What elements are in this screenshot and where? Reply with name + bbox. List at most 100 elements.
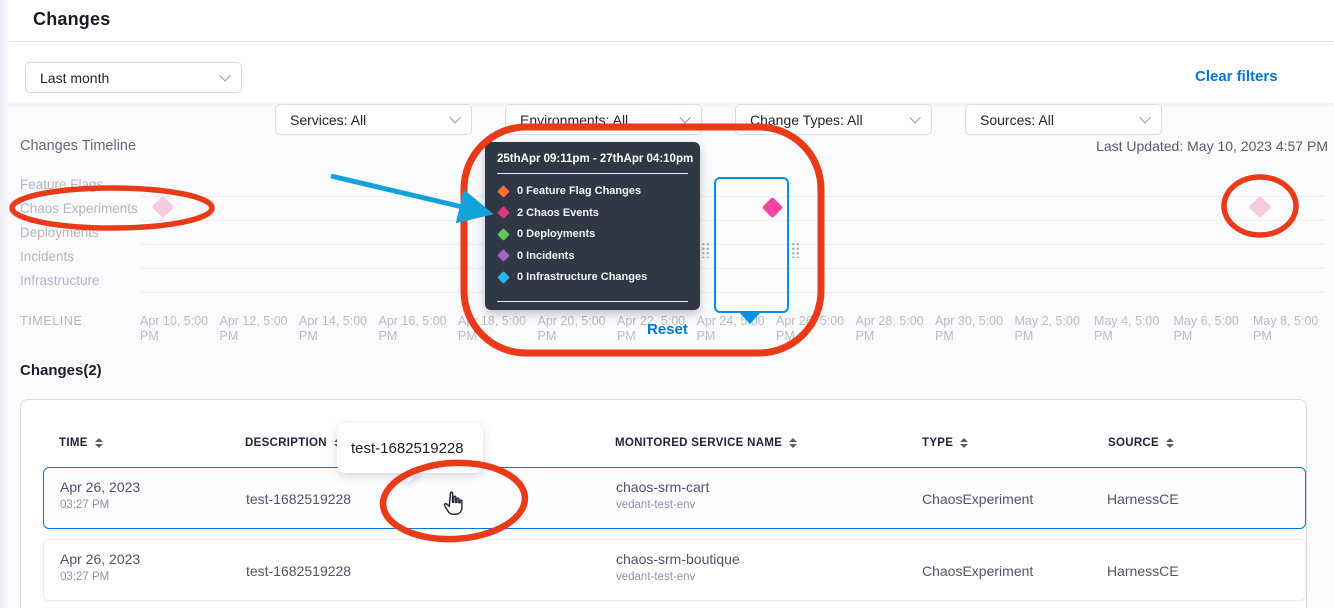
chevron-down-icon	[679, 112, 690, 123]
column-header-label: SOURCE	[1108, 437, 1159, 449]
tooltip-divider	[497, 301, 688, 302]
hand-cursor-icon	[440, 490, 466, 525]
chevron-down-icon	[219, 70, 230, 81]
filter-dropdown-value: Environments: All	[520, 112, 628, 128]
sort-icon[interactable]	[95, 438, 103, 448]
timeline-row-label: Incidents	[20, 249, 74, 264]
reset-button[interactable]: Reset	[647, 321, 688, 338]
chevron-down-icon	[1139, 112, 1150, 123]
timeline-tick: May 4, 5:00PM	[1094, 314, 1172, 344]
cell-date: Apr 26, 2023	[60, 479, 140, 495]
filter-dropdown-value: Services: All	[290, 112, 366, 128]
cell-service-name: chaos-srm-cart	[616, 479, 709, 495]
timeline-row-label: Chaos Experiments	[20, 201, 138, 216]
timeline-tick: Apr 16, 5:00PM	[379, 314, 457, 344]
legend-diamond-icon	[497, 185, 510, 198]
filter-bar: Last month Services: AllEnvironments: Al…	[0, 42, 1334, 103]
last-updated-text: Last Updated: May 10, 2023 4:57 PM	[1096, 138, 1328, 154]
timeline-selection-brush[interactable]	[714, 177, 789, 313]
sort-icon[interactable]	[1166, 438, 1174, 448]
time-range-value: Last month	[40, 70, 109, 86]
chevron-down-icon	[449, 112, 460, 123]
cell-type: ChaosExperiment	[922, 491, 1033, 507]
legend-diamond-icon	[497, 228, 510, 241]
timeline-tick: May 2, 5:00PM	[1015, 314, 1093, 344]
legend-label: 0 Incidents	[517, 250, 574, 262]
column-header[interactable]: SOURCE	[1108, 437, 1174, 449]
clear-filters-button[interactable]: Clear filters	[1195, 68, 1278, 85]
tooltip-legend-item: 0 Infrastructure Changes	[499, 271, 647, 283]
cell-environment: vedant-test-env	[616, 499, 695, 511]
page-title: Changes	[33, 9, 110, 30]
cell-description: test-1682519228	[246, 563, 351, 579]
column-header[interactable]: MONITORED SERVICE NAME	[615, 437, 797, 449]
timeline-tick: Apr 12, 5:00PM	[220, 314, 298, 344]
legend-label: 0 Deployments	[517, 228, 595, 240]
cell-source: HarnessCE	[1107, 563, 1179, 579]
top-header: Changes	[0, 0, 1334, 42]
cell-type: ChaosExperiment	[922, 563, 1033, 579]
timeline-tick: Apr 24, 5:00PM	[697, 314, 775, 344]
filter-dropdown[interactable]: Sources: All	[965, 104, 1162, 135]
cell-time: 03:27 PM	[60, 571, 109, 583]
legend-diamond-icon	[497, 271, 510, 284]
time-range-dropdown[interactable]: Last month	[25, 62, 242, 93]
tooltip-legend-item: 0 Incidents	[499, 250, 574, 262]
cell-date: Apr 26, 2023	[60, 551, 140, 567]
brush-left-handle[interactable]	[701, 242, 710, 258]
timeline-tick: May 8, 5:00PM	[1253, 314, 1331, 344]
left-edge-strip	[0, 0, 8, 608]
timeline-tick: Apr 30, 5:00PM	[935, 314, 1013, 344]
hover-tooltip: test-1682519228	[337, 423, 483, 473]
tooltip-legend-item: 0 Deployments	[499, 228, 595, 240]
filter-dropdown-value: Sources: All	[980, 112, 1054, 128]
column-header-label: TIME	[59, 437, 88, 449]
filter-dropdown[interactable]: Services: All	[275, 104, 472, 135]
column-header[interactable]: TYPE	[922, 437, 968, 449]
brush-pointer-icon	[740, 313, 760, 324]
tooltip-divider	[497, 173, 688, 174]
chaos-marker-selected[interactable]	[762, 197, 783, 218]
timeline-row-label: Deployments	[20, 225, 99, 240]
legend-label: 0 Feature Flag Changes	[517, 185, 641, 197]
timeline-tooltip-title: 25thApr 09:11pm - 27thApr 04:10pm	[497, 153, 693, 165]
chevron-down-icon	[909, 112, 920, 123]
cell-environment: vedant-test-env	[616, 571, 695, 583]
timeline-tick: Apr 26, 5:00PM	[776, 314, 854, 344]
cell-time: 03:27 PM	[60, 499, 109, 511]
filter-dropdown[interactable]: Environments: All	[505, 104, 702, 135]
cell-description: test-1682519228	[246, 491, 351, 507]
tooltip-legend-item: 0 Feature Flag Changes	[499, 185, 641, 197]
table-row[interactable]: Apr 26, 2023 03:27 PM test-1682519228 chaos…	[43, 467, 1306, 529]
sort-icon[interactable]	[789, 438, 797, 448]
timeline-tick: Apr 28, 5:00PM	[856, 314, 934, 344]
sort-icon[interactable]	[960, 438, 968, 448]
changes-timeline-title: Changes Timeline	[20, 138, 136, 154]
table-row[interactable]: Apr 26, 2023 03:27 PM test-1682519228 chaos…	[43, 539, 1306, 601]
column-header[interactable]: DESCRIPTION	[245, 437, 342, 449]
timeline-row-label: Feature Flags	[20, 177, 103, 192]
column-header-label: MONITORED SERVICE NAME	[615, 437, 782, 449]
legend-diamond-icon	[497, 206, 510, 219]
timeline-tick: Apr 20, 5:00PM	[538, 314, 616, 344]
changes-count-title: Changes(2)	[20, 362, 102, 379]
timeline-tick: Apr 14, 5:00PM	[299, 314, 377, 344]
tooltip-legend-item: 2 Chaos Events	[499, 207, 599, 219]
legend-label: 2 Chaos Events	[517, 207, 599, 219]
timeline-tick: Apr 18, 5:00PM	[458, 314, 536, 344]
timeline-tick: May 6, 5:00PM	[1174, 314, 1252, 344]
timeline-tooltip: 25thApr 09:11pm - 27thApr 04:10pm 0 Feat…	[485, 142, 700, 310]
column-header-label: TYPE	[922, 437, 953, 449]
filter-dropdown-value: Change Types: All	[750, 112, 863, 128]
timeline-tick: Apr 10, 5:00PM	[140, 314, 218, 344]
filter-dropdown[interactable]: Change Types: All	[735, 104, 932, 135]
cell-source: HarnessCE	[1107, 491, 1179, 507]
timeline-row-label: Infrastructure	[20, 273, 100, 288]
timeline-axis-label: TIMELINE	[20, 314, 82, 328]
brush-right-handle[interactable]	[791, 242, 800, 258]
changes-table: TIME DESCRIPTION MONITORED SERVICE NAME TYP…	[20, 399, 1307, 608]
column-header[interactable]: TIME	[59, 437, 103, 449]
legend-diamond-icon	[497, 249, 510, 262]
cell-service-name: chaos-srm-boutique	[616, 551, 740, 567]
column-header-label: DESCRIPTION	[245, 437, 327, 449]
